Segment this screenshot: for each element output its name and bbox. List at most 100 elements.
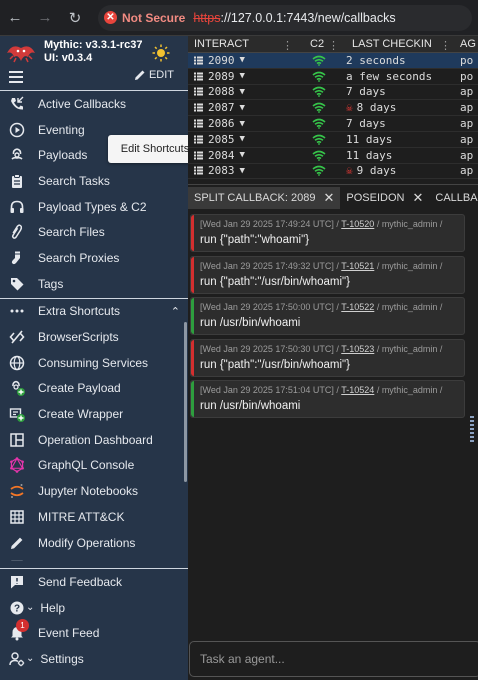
callback-id: 2084	[208, 148, 235, 162]
panel-divider[interactable]	[188, 184, 478, 185]
sun-icon[interactable]	[152, 44, 170, 62]
task-command: run {"path":"whoami"}	[200, 234, 310, 246]
menu-icon[interactable]	[9, 71, 23, 83]
resize-handle[interactable]	[470, 416, 474, 442]
sidebar-item-search-files[interactable]: Search Files	[0, 219, 188, 245]
sidebar-item-create-wrapper[interactable]: Create Wrapper	[0, 401, 188, 427]
chevron-down-icon[interactable]: ▼	[240, 55, 245, 65]
sidebar-item-modify-operations[interactable]: Modify Operations	[0, 530, 188, 556]
wifi-icon	[296, 134, 342, 145]
mythic-logo-icon[interactable]	[4, 39, 38, 65]
task-item[interactable]: [Wed Jan 29 2025 17:50:30 UTC] / T-10523…	[190, 338, 465, 377]
close-icon[interactable]: ✕	[323, 190, 334, 206]
close-icon[interactable]: ✕	[412, 190, 423, 206]
sidebar-item-mitre-att-ck[interactable]: MITRE ATT&CK	[0, 504, 188, 530]
table-row[interactable]: 2083 ▼ ☠ 9 days ap	[188, 164, 478, 180]
callback-id-cell[interactable]: 2085 ▼	[188, 133, 296, 146]
col-c2[interactable]: C2 ⋮	[296, 38, 342, 50]
table-row[interactable]: 2088 ▼ 7 days ap	[188, 85, 478, 101]
chevron-down-icon[interactable]: ▼	[240, 134, 245, 144]
sidebar-item-label: Send Feedback	[38, 574, 123, 589]
sidebar-item-reporting[interactable]: Reporting	[0, 555, 188, 562]
sidebar-bottom: Send Feedback ? ⌄ Help 1 Event Feed ⌄ Settings	[0, 568, 188, 672]
callback-id-cell[interactable]: 2087 ▼	[188, 101, 296, 114]
task-meta: [Wed Jan 29 2025 17:49:32 UTC] / T-10521…	[200, 260, 443, 271]
chevron-down-icon[interactable]: ▼	[240, 119, 245, 129]
sidebar-scrollbar[interactable]	[184, 322, 187, 482]
sidebar-item-graphql-console[interactable]: GraphQL Console	[0, 453, 188, 479]
table-grid-icon	[0, 509, 30, 525]
chevron-down-icon[interactable]: ▼	[240, 103, 245, 113]
col-interact[interactable]: INTERACT ⋮	[188, 38, 296, 50]
sidebar-item-payload-types-c2[interactable]: Payload Types & C2	[0, 194, 188, 220]
callback-id-cell[interactable]: 2088 ▼	[188, 85, 296, 98]
sidebar-item-label: GraphQL Console	[38, 458, 135, 473]
table-row[interactable]: 2085 ▼ 11 days ap	[188, 132, 478, 148]
chevron-down-icon[interactable]: ▼	[240, 166, 245, 176]
wifi-icon	[296, 71, 342, 82]
chevron-up-icon[interactable]: ⌃	[171, 305, 180, 318]
list-icon	[194, 166, 203, 175]
col-agent[interactable]: AG	[454, 38, 478, 50]
last-checkin-cell: 2 seconds	[346, 53, 406, 67]
callback-id-cell[interactable]: 2084 ▼	[188, 149, 296, 162]
address-bar[interactable]: ✕ Not Secure https://127.0.0.1:7443/new/…	[98, 4, 472, 31]
task-id-link[interactable]: T-10523	[341, 344, 374, 354]
sidebar-item-active-callbacks[interactable]: Active Callbacks	[0, 91, 188, 117]
phone-callback-icon	[0, 96, 30, 112]
not-secure-badge[interactable]: ✕ Not Secure	[104, 11, 185, 25]
task-input[interactable]: Task an agent...	[189, 641, 478, 677]
chevron-down-icon[interactable]: ▼	[240, 87, 245, 97]
chevron-down-icon[interactable]: ▼	[240, 71, 245, 81]
pencil-icon	[0, 535, 30, 551]
callback-id-cell[interactable]: 2083 ▼	[188, 164, 296, 177]
callback-id-cell[interactable]: 2086 ▼	[188, 117, 296, 130]
tab-callback[interactable]: CALLBACK:	[429, 187, 478, 209]
table-row[interactable]: 2087 ▼ ☠ 8 days ap	[188, 100, 478, 117]
sidebar-item-browserscripts[interactable]: BrowserScripts	[0, 324, 188, 350]
task-id-link[interactable]: T-10522	[341, 302, 374, 312]
tab-split-callback[interactable]: SPLIT CALLBACK: 2089 ✕	[188, 187, 341, 209]
last-checkin-cell: 11 days	[346, 148, 393, 162]
back-icon[interactable]: ←	[0, 0, 30, 36]
sidebar-item-search-tasks[interactable]: Search Tasks	[0, 168, 188, 194]
tab-poseidon[interactable]: POSEIDON ✕	[340, 187, 429, 209]
sidebar-item-settings[interactable]: ⌄ Settings	[0, 646, 188, 672]
table-row[interactable]: 2090 ▼ 2 seconds po	[188, 53, 478, 69]
list-icon	[194, 119, 203, 128]
callback-id-cell[interactable]: 2089 ▼	[188, 70, 296, 83]
sidebar-item-operation-dashboard[interactable]: Operation Dashboard	[0, 427, 188, 453]
sidebar-item-help[interactable]: ? ⌄ Help	[0, 595, 188, 621]
sidebar-item-search-proxies[interactable]: Search Proxies	[0, 245, 188, 271]
task-id-link[interactable]: T-10521	[341, 261, 374, 271]
sidebar-item-send-feedback[interactable]: Send Feedback	[0, 569, 188, 595]
sidebar-item-label: Search Proxies	[38, 250, 120, 265]
sidebar-item-jupyter-notebooks[interactable]: Jupyter Notebooks	[0, 478, 188, 504]
help-icon: ?	[0, 600, 30, 616]
sidebar: Mythic: v3.3.1-rc37 UI: v0.3.4 EDIT Acti…	[0, 36, 202, 680]
task-item[interactable]: [Wed Jan 29 2025 17:51:04 UTC] / T-10524…	[190, 380, 465, 418]
sidebar-item-label: MITRE ATT&CK	[38, 509, 125, 524]
table-row[interactable]: 2086 ▼ 7 days ap	[188, 116, 478, 132]
table-row[interactable]: 2089 ▼ a few seconds po	[188, 69, 478, 85]
forward-icon[interactable]: →	[30, 0, 60, 36]
pencil-icon	[134, 70, 145, 80]
callback-id-cell[interactable]: 2090 ▼	[188, 54, 296, 67]
reload-icon[interactable]: ↻	[60, 0, 90, 36]
col-last-checkin[interactable]: LAST CHECKIN ⋮	[342, 38, 454, 50]
task-id-link[interactable]: T-10520	[341, 219, 374, 229]
report-icon	[0, 560, 30, 562]
table-row[interactable]: 2084 ▼ 11 days ap	[188, 148, 478, 164]
task-item[interactable]: [Wed Jan 29 2025 17:49:32 UTC] / T-10521…	[190, 255, 465, 294]
edit-shortcuts-button[interactable]: EDIT	[134, 69, 174, 81]
sidebar-item-tags[interactable]: Tags	[0, 271, 188, 297]
task-id-link[interactable]: T-10524	[341, 385, 374, 395]
sidebar-item-create-payload[interactable]: Create Payload	[0, 376, 188, 402]
chevron-down-icon[interactable]: ▼	[240, 150, 245, 160]
sidebar-item-consuming-services[interactable]: Consuming Services	[0, 350, 188, 376]
sidebar-item-event-feed[interactable]: 1 Event Feed	[0, 619, 188, 646]
sidebar-item-label: Search Tasks	[38, 173, 110, 188]
task-item[interactable]: [Wed Jan 29 2025 17:50:00 UTC] / T-10522…	[190, 297, 465, 335]
task-item[interactable]: [Wed Jan 29 2025 17:49:24 UTC] / T-10520…	[190, 214, 465, 252]
extra-shortcuts-toggle[interactable]: Extra Shortcuts ⌃	[0, 299, 188, 325]
